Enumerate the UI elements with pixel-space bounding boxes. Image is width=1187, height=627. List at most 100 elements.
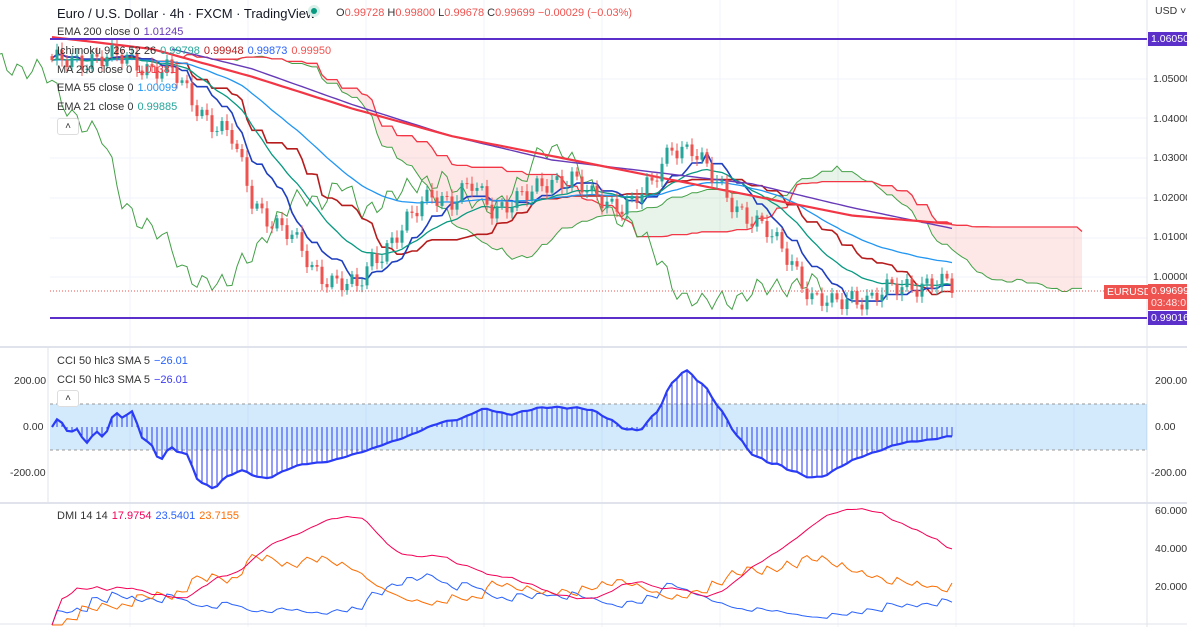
candle-body xyxy=(905,279,909,288)
currency-selector[interactable]: USD ˅ xyxy=(1155,5,1186,17)
legend-ema21[interactable]: EMA 21 close 0 0.99885 xyxy=(57,101,181,113)
candle-body xyxy=(750,223,754,227)
ichimoku-cloud xyxy=(697,191,702,234)
candle-body xyxy=(690,144,694,157)
chart-canvas[interactable] xyxy=(0,0,1187,627)
candle-body xyxy=(925,278,929,284)
ichimoku-cloud xyxy=(352,88,357,98)
candle-body xyxy=(405,211,409,231)
candle-body xyxy=(270,226,274,229)
legend-ema55[interactable]: EMA 55 close 0 1.00099 xyxy=(57,82,181,94)
candle-body xyxy=(470,183,474,191)
legend-dmi[interactable]: DMI 14 14 17.9754 23.5401 23.7155 xyxy=(57,510,243,522)
level-tag-top: 1.06050 xyxy=(1148,32,1187,46)
ichimoku-cloud xyxy=(657,204,662,237)
candle-body xyxy=(730,197,734,213)
ichimoku-cloud xyxy=(957,225,962,257)
candle-body xyxy=(700,152,704,160)
candle-body xyxy=(300,232,304,251)
ichimoku-cloud xyxy=(982,226,987,277)
candle-body xyxy=(635,195,639,203)
dmi-adx-line xyxy=(51,508,953,626)
candle-body xyxy=(680,146,684,159)
candle-body xyxy=(660,163,664,182)
candle-body xyxy=(575,171,579,177)
candle-body xyxy=(650,177,654,181)
candle-body xyxy=(705,152,709,164)
ichimoku-cloud xyxy=(387,126,392,148)
ichimoku-cloud xyxy=(887,185,892,195)
candle-body xyxy=(230,130,234,144)
candle-body xyxy=(590,185,594,192)
ichimoku-cloud xyxy=(757,197,762,219)
candle-body xyxy=(620,211,624,215)
candle-body xyxy=(945,273,949,279)
ichimoku-cloud xyxy=(847,171,852,182)
candle-body xyxy=(830,293,834,303)
candle-body xyxy=(820,293,824,306)
candle-body xyxy=(895,283,899,295)
ichimoku-cloud xyxy=(827,171,832,182)
legend-ichimoku[interactable]: Ichimoku 9 26 52 26 0.99798 0.99948 0.99873… xyxy=(57,45,335,57)
legend-ma200[interactable]: MA 200 close 0 1.01381 xyxy=(57,64,180,76)
ichimoku-cloud xyxy=(692,192,697,234)
market-status-icon[interactable] xyxy=(308,5,320,17)
candle-body xyxy=(365,266,369,286)
last-price-tag: 0.99699 03:48:0 xyxy=(1148,284,1187,310)
legend-ema200[interactable]: EMA 200 close 0 1.01245 xyxy=(57,26,187,38)
candle-body xyxy=(435,197,439,206)
candle-body xyxy=(260,203,264,209)
ichimoku-cloud xyxy=(687,192,692,235)
ichimoku-cloud xyxy=(1022,226,1027,284)
candle-body xyxy=(315,264,319,267)
dmi-tick: 40.0000 xyxy=(1155,543,1187,555)
collapse-cci-legend-button[interactable]: ˄ xyxy=(57,390,79,407)
ichimoku-cloud xyxy=(1072,226,1077,289)
candle-body xyxy=(215,131,219,133)
candle-body xyxy=(430,189,434,198)
candle-body xyxy=(910,279,914,290)
ichimoku-cloud xyxy=(1017,226,1022,280)
ichimoku-cloud xyxy=(397,135,402,161)
candle-body xyxy=(645,177,649,195)
candle-body xyxy=(840,299,844,310)
candle-body xyxy=(305,250,309,268)
candle-body xyxy=(370,253,374,267)
candle-body xyxy=(240,149,244,158)
candle-body xyxy=(285,225,289,240)
candle-body xyxy=(785,248,789,265)
candle-body xyxy=(770,236,774,238)
ichimoku-cloud xyxy=(382,126,387,148)
candle-body xyxy=(395,237,399,243)
candle-body xyxy=(290,234,294,240)
candle-body xyxy=(530,191,534,201)
candle-body xyxy=(685,144,689,147)
ichimoku-cloud xyxy=(647,207,652,237)
candle-body xyxy=(875,292,879,302)
cci-left-tick: 200.00 xyxy=(14,375,47,387)
candle-body xyxy=(420,201,424,217)
dmi-tick: 60.0000 xyxy=(1155,505,1187,517)
candle-body xyxy=(625,199,629,215)
candle-body xyxy=(845,299,849,310)
candle-body xyxy=(755,215,759,227)
candle-body xyxy=(545,186,549,193)
ichimoku-cloud xyxy=(922,204,927,223)
price-axis-tick: 1.00000 xyxy=(1153,271,1187,283)
candle-body xyxy=(500,202,504,207)
cci-left-tick: 0.00 xyxy=(23,421,44,433)
candle-body xyxy=(525,191,529,201)
candle-body xyxy=(460,183,464,202)
candle-body xyxy=(825,302,829,306)
candle-body xyxy=(555,176,559,180)
ichimoku-cloud xyxy=(997,226,1002,280)
candle-body xyxy=(865,295,869,310)
legend-cci-1[interactable]: CCI 50 hlc3 SMA 5 −26.01 xyxy=(57,355,192,367)
candle-body xyxy=(570,171,574,188)
ichimoku-cloud xyxy=(842,171,847,182)
ichimoku-cloud xyxy=(1037,226,1042,285)
legend-cci-2[interactable]: CCI 50 hlc3 SMA 5 −26.01 xyxy=(57,374,192,386)
candle-body xyxy=(425,189,429,202)
ichimoku-cloud xyxy=(682,195,687,235)
collapse-legend-button[interactable]: ˄ xyxy=(57,118,79,135)
